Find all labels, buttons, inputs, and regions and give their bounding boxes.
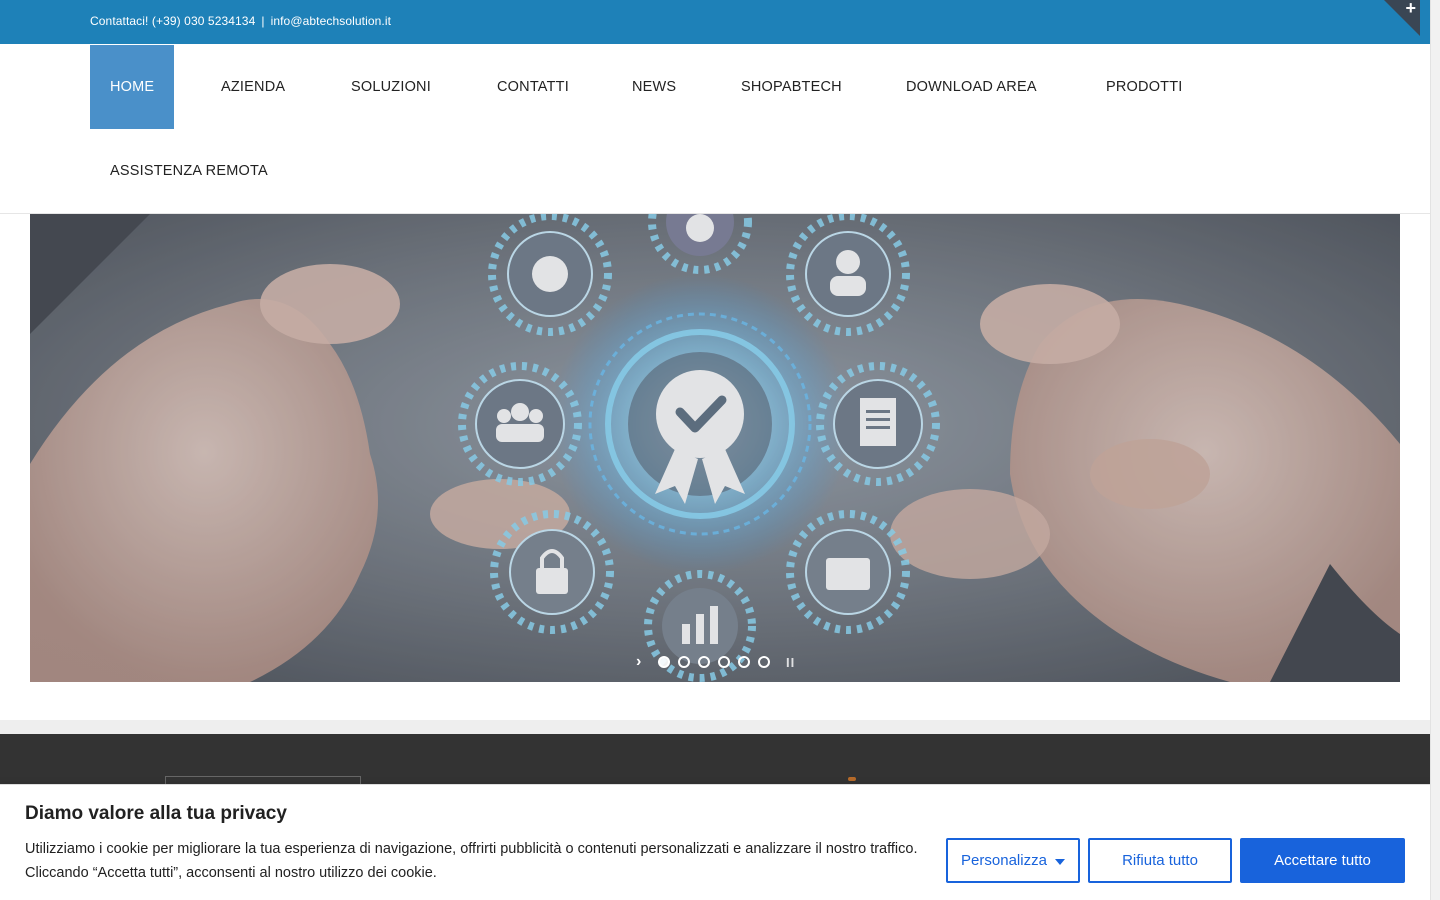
footer-accent [848, 777, 856, 781]
nav-item-soluzioni[interactable]: SOLUZIONI [331, 45, 451, 129]
reject-all-button[interactable]: Rifiuta tutto [1088, 838, 1232, 883]
caret-down-icon [1054, 858, 1065, 865]
contact-email-link[interactable]: info@abtechsolution.it [271, 14, 391, 28]
hero-slider: › II [30, 214, 1400, 682]
plus-icon[interactable]: + [1405, 0, 1416, 19]
slider-pause-icon[interactable]: II [786, 655, 795, 670]
slider-next-icon[interactable]: › [636, 654, 650, 670]
nav-item-assistenza-remota[interactable]: ASSISTENZA REMOTA [90, 129, 288, 213]
nav-item-shopabtech[interactable]: SHOPABTECH [721, 45, 862, 129]
top-bar: Contattaci! (+39) 030 5234134 | info@abtec… [0, 0, 1430, 44]
cookie-consent-banner: Diamo valore alla tua privacy Utilizziam… [0, 784, 1430, 900]
cookie-title: Diamo valore alla tua privacy [25, 803, 287, 824]
contact-info: Contattaci! (+39) 030 5234134 | info@abtec… [90, 14, 391, 28]
customize-button[interactable]: Personalizza [946, 838, 1080, 883]
slider-controls: › II [636, 654, 795, 670]
section-divider [0, 720, 1430, 734]
nav-item-download-area[interactable]: DOWNLOAD AREA [886, 45, 1057, 129]
slider-dot-6[interactable] [758, 656, 770, 668]
main-navigation: HOME AZIENDA SOLUZIONI CONTATTI NEWS SHO… [0, 44, 1430, 214]
nav-item-azienda[interactable]: AZIENDA [201, 45, 305, 129]
slider-dot-4[interactable] [718, 656, 730, 668]
slider-dot-3[interactable] [698, 656, 710, 668]
page-scrollbar[interactable] [1430, 0, 1440, 900]
slider-dot-2[interactable] [678, 656, 690, 668]
contact-separator: | [261, 14, 265, 28]
slider-dot-5[interactable] [738, 656, 750, 668]
hero-image [30, 214, 1400, 682]
nav-item-prodotti[interactable]: PRODOTTI [1086, 45, 1203, 129]
slider-dot-1[interactable] [658, 656, 670, 668]
contact-phone: Contattaci! (+39) 030 5234134 [90, 14, 256, 28]
nav-item-news[interactable]: NEWS [612, 45, 696, 129]
nav-item-contatti[interactable]: CONTATTI [477, 45, 589, 129]
cookie-description: Utilizziamo i cookie per migliorare la t… [25, 841, 918, 881]
accept-all-button[interactable]: Accettare tutto [1240, 838, 1405, 883]
nav-item-home[interactable]: HOME [90, 45, 175, 129]
customize-button-label: Personalizza [961, 852, 1047, 869]
